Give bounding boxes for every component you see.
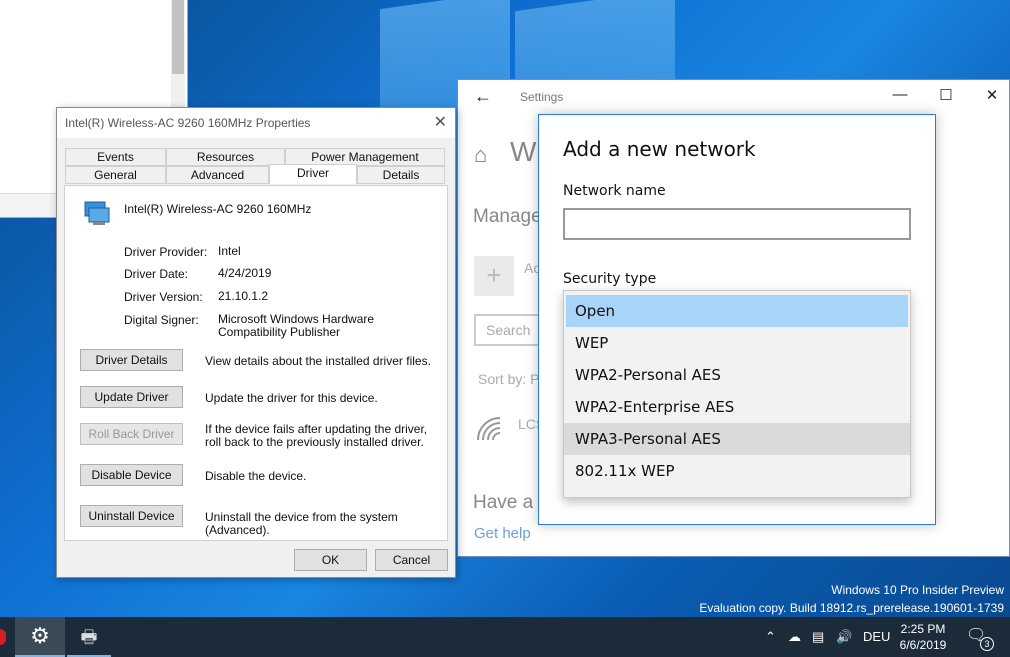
- volume-icon[interactable]: 🔊: [836, 629, 852, 645]
- tab-resources[interactable]: Resources: [166, 148, 285, 166]
- network-name-input[interactable]: [563, 208, 911, 240]
- tab-details[interactable]: Details: [357, 166, 445, 184]
- sort-by-dropdown[interactable]: Sort by: P: [478, 371, 539, 387]
- security-option-wpa3-personal[interactable]: WPA3-Personal AES: [564, 423, 910, 455]
- tab-driver[interactable]: Driver: [269, 164, 357, 184]
- security-option-wep[interactable]: WEP: [564, 327, 910, 359]
- security-option-8021x-wep[interactable]: 802.11x WEP: [564, 455, 910, 487]
- tab-events[interactable]: Events: [65, 148, 166, 166]
- field-value: Intel: [218, 244, 241, 258]
- close-button[interactable]: ✕: [982, 86, 1002, 104]
- field-label: Digital Signer:: [124, 313, 199, 327]
- tab-general[interactable]: General: [65, 166, 166, 184]
- cancel-button[interactable]: Cancel: [375, 549, 448, 571]
- field-value: 21.10.1.2: [218, 289, 269, 303]
- clock-date: 6/6/2019: [899, 638, 947, 652]
- roll-back-driver-button[interactable]: Roll Back Driver: [80, 423, 183, 445]
- driver-tab-panel: Intel(R) Wireless-AC 9260 160MHz Driver …: [64, 185, 448, 541]
- device-name: Intel(R) Wireless-AC 9260 160MHz: [124, 202, 312, 216]
- network-name-label: Network name: [563, 183, 666, 199]
- back-arrow-icon[interactable]: ←: [474, 86, 492, 107]
- maximize-button[interactable]: ☐: [936, 86, 956, 104]
- get-help-link[interactable]: Get help: [474, 525, 531, 542]
- field-label: Driver Provider:: [124, 245, 208, 259]
- disable-device-button[interactable]: Disable Device: [80, 464, 183, 486]
- network-adapter-icon: [83, 200, 113, 226]
- tab-advanced[interactable]: Advanced: [166, 166, 269, 184]
- field-value: Microsoft Windows Hardware Compatibility…: [218, 312, 375, 339]
- cloud-icon[interactable]: ☁: [788, 629, 801, 645]
- action-description: Update the driver for this device.: [205, 391, 378, 405]
- field-label: Driver Date:: [124, 267, 189, 281]
- settings-titlebar: ← Settings — ☐ ✕: [458, 80, 1009, 114]
- wifi-icon: [476, 416, 506, 449]
- action-description: Uninstall the device from the system (Ad…: [205, 510, 398, 537]
- taskbar: ⚙ 🖶 ⌃ ☁ ▤ 🔊 DEU 2:25 PM 6/6/2019 🗨 3: [0, 617, 1010, 657]
- home-icon[interactable]: ⌂: [474, 142, 487, 168]
- action-description: If the device fails after updating the d…: [205, 422, 428, 449]
- clock[interactable]: 2:25 PM 6/6/2019: [888, 621, 958, 653]
- app-icon[interactable]: [0, 629, 6, 645]
- clock-time: 2:25 PM: [900, 622, 946, 636]
- page-title: W: [510, 136, 537, 167]
- uninstall-device-button[interactable]: Uninstall Device: [80, 505, 183, 527]
- chevron-up-icon[interactable]: ⌃: [765, 629, 776, 645]
- section-heading-manage: Manage: [473, 206, 542, 227]
- dialog-heading: Add a new network: [563, 137, 756, 161]
- security-option-wpa2-personal[interactable]: WPA2-Personal AES: [564, 359, 910, 391]
- add-network-button[interactable]: +: [474, 256, 514, 296]
- watermark-line2: Evaluation copy. Build 18912.rs_prerelea…: [699, 601, 1004, 615]
- device-manager-icon[interactable]: 🖶: [67, 617, 111, 657]
- security-option-wpa2-enterprise[interactable]: WPA2-Enterprise AES: [564, 391, 910, 423]
- language-indicator[interactable]: DEU: [863, 629, 890, 644]
- update-driver-button[interactable]: Update Driver: [80, 386, 183, 408]
- security-type-dropdown-list[interactable]: Open WEP WPA2-Personal AES WPA2-Enterpri…: [563, 290, 911, 498]
- action-description: View details about the installed driver …: [205, 354, 431, 368]
- close-icon[interactable]: ✕: [434, 112, 447, 132]
- scrollbar-thumb[interactable]: [172, 0, 184, 74]
- network-icon[interactable]: ▤: [812, 629, 824, 645]
- ok-button[interactable]: OK: [294, 549, 367, 571]
- action-center-icon[interactable]: 🗨 3: [966, 625, 996, 651]
- minimize-button[interactable]: —: [890, 86, 910, 103]
- field-label: Driver Version:: [124, 290, 203, 304]
- device-properties-dialog[interactable]: Intel(R) Wireless-AC 9260 160MHz Propert…: [56, 107, 456, 578]
- gear-icon[interactable]: ⚙: [15, 617, 65, 657]
- properties-titlebar: Intel(R) Wireless-AC 9260 160MHz Propert…: [57, 108, 455, 138]
- security-type-label: Security type: [563, 271, 657, 287]
- notification-count-badge: 3: [980, 637, 994, 651]
- action-description: Disable the device.: [205, 469, 307, 483]
- settings-title: Settings: [520, 90, 564, 104]
- security-option-open[interactable]: Open: [566, 295, 908, 327]
- field-value: 4/24/2019: [218, 266, 272, 280]
- watermark-line1: Windows 10 Pro Insider Preview: [831, 583, 1004, 597]
- driver-details-button[interactable]: Driver Details: [80, 349, 183, 371]
- section-heading-have-a-question: Have a: [473, 492, 534, 513]
- properties-title: Intel(R) Wireless-AC 9260 160MHz Propert…: [65, 116, 311, 130]
